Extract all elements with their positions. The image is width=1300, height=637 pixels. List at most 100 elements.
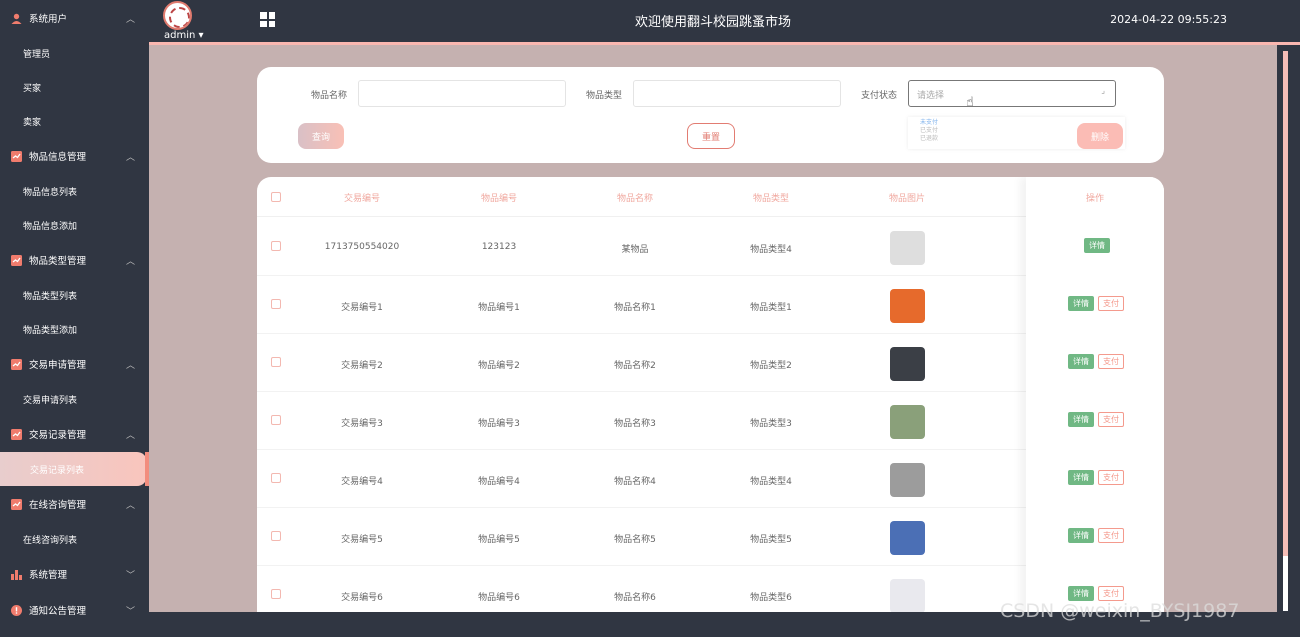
cell-item-type: 物品类型1 bbox=[750, 303, 792, 313]
cell-trade-no: 1713750554020 bbox=[324, 242, 400, 252]
row-checkbox[interactable] bbox=[271, 415, 281, 425]
operation-column: 操作 详情 详情 支付 详情 支付 详情 支付 详情 支付 详情 支付 详情 支付 bbox=[1026, 177, 1164, 617]
cell-item-type: 物品类型5 bbox=[750, 535, 792, 545]
info-icon bbox=[11, 604, 22, 616]
row-checkbox[interactable] bbox=[271, 589, 281, 599]
pay-status-select[interactable]: 请选择 ⌟ bbox=[908, 80, 1116, 107]
top-bar: admin ▾ 欢迎使用翻斗校园跳蚤市场 2024-04-22 09:55:23 bbox=[149, 0, 1300, 45]
cell-item-type: 物品类型3 bbox=[750, 419, 792, 429]
col-item-image: 物品图片 bbox=[888, 194, 925, 204]
cell-item-no: 物品编号4 bbox=[478, 477, 520, 487]
sidebar-group-label: 通知公告管理 bbox=[29, 606, 87, 617]
page-title: 欢迎使用翻斗校园跳蚤市场 bbox=[634, 15, 791, 30]
detail-button[interactable]: 详情 bbox=[1068, 412, 1094, 427]
select-all-checkbox[interactable] bbox=[271, 192, 281, 202]
item-name-label: 物品名称 bbox=[311, 91, 348, 101]
cell-item-no: 物品编号6 bbox=[478, 593, 520, 603]
item-image[interactable] bbox=[890, 579, 925, 613]
item-image[interactable] bbox=[890, 463, 925, 497]
cell-item-no: 物品编号3 bbox=[478, 419, 520, 429]
row-checkbox[interactable] bbox=[271, 531, 281, 541]
detail-button[interactable]: 详情 bbox=[1068, 586, 1094, 601]
col-item-name: 物品名称 bbox=[616, 194, 653, 204]
cell-item-name: 物品名称3 bbox=[614, 419, 656, 429]
sidebar-group[interactable]: 物品信息管理 ︿ bbox=[0, 138, 149, 174]
chevron-up-icon: ︿ bbox=[125, 153, 135, 163]
sidebar-item[interactable]: 物品类型添加 bbox=[0, 312, 149, 346]
detail-button[interactable]: 详情 bbox=[1068, 470, 1094, 485]
pay-button[interactable]: 支付 bbox=[1098, 354, 1124, 369]
cell-trade-no: 交易编号2 bbox=[341, 361, 383, 371]
delete-button[interactable]: 删除 bbox=[1077, 123, 1123, 149]
pay-button[interactable]: 支付 bbox=[1098, 528, 1124, 543]
item-image[interactable] bbox=[890, 521, 925, 555]
sidebar-item[interactable]: 物品信息添加 bbox=[0, 208, 149, 242]
pay-button[interactable]: 支付 bbox=[1098, 586, 1124, 601]
sidebar-item[interactable]: 买家 bbox=[0, 70, 149, 104]
pay-status-label: 支付状态 bbox=[861, 91, 898, 101]
col-item-no: 物品编号 bbox=[480, 194, 517, 204]
item-name-input[interactable] bbox=[358, 80, 566, 107]
sidebar-group[interactable]: 交易申请管理 ︿ bbox=[0, 346, 149, 382]
cell-item-no: 物品编号2 bbox=[478, 361, 520, 371]
sidebar-group-label: 交易申请管理 bbox=[29, 360, 87, 371]
user-menu[interactable]: admin ▾ bbox=[164, 30, 204, 41]
sidebar-item[interactable]: 交易记录列表 bbox=[0, 452, 149, 486]
detail-button[interactable]: 详情 bbox=[1068, 296, 1094, 311]
sidebar-group-label: 物品信息管理 bbox=[29, 152, 87, 163]
watermark: CSDN @weixin_BYSJ1987 bbox=[1000, 600, 1240, 622]
item-image[interactable] bbox=[890, 231, 925, 265]
sidebar-item[interactable]: 管理员 bbox=[0, 36, 149, 70]
cell-item-no: 物品编号1 bbox=[478, 303, 520, 313]
pay-button[interactable]: 支付 bbox=[1098, 296, 1124, 311]
item-type-input[interactable] bbox=[633, 80, 841, 107]
detail-button[interactable]: 详情 bbox=[1068, 354, 1094, 369]
chevron-up-icon: ︿ bbox=[125, 361, 135, 371]
row-checkbox[interactable] bbox=[271, 473, 281, 483]
sidebar-group-label: 系统管理 bbox=[29, 570, 68, 581]
chevron-down-icon: ﹀ bbox=[125, 607, 135, 617]
cell-trade-no: 交易编号6 bbox=[341, 593, 383, 603]
query-button[interactable]: 查询 bbox=[298, 123, 344, 149]
cell-item-no: 物品编号5 bbox=[478, 535, 520, 545]
sidebar-group-label: 物品类型管理 bbox=[29, 256, 87, 267]
sidebar-group[interactable]: 系统管理 ﹀ bbox=[0, 556, 149, 592]
reset-button[interactable]: 重置 bbox=[687, 123, 735, 149]
sidebar-item[interactable]: 卖家 bbox=[0, 104, 149, 138]
sidebar-item[interactable]: 物品类型列表 bbox=[0, 278, 149, 312]
item-image[interactable] bbox=[890, 289, 925, 323]
user-icon bbox=[11, 13, 22, 24]
sidebar-item[interactable]: 物品信息列表 bbox=[0, 174, 149, 208]
detail-button[interactable]: 详情 bbox=[1068, 528, 1094, 543]
pay-button[interactable]: 支付 bbox=[1098, 470, 1124, 485]
sidebar-group[interactable]: 系统用户 ︿ bbox=[0, 0, 149, 36]
bar-chart-icon bbox=[11, 569, 22, 580]
datetime: 2024-04-22 09:55:23 bbox=[1110, 13, 1227, 26]
cell-trade-no: 交易编号1 bbox=[341, 303, 383, 313]
data-table: 交易编号 物品编号 物品名称 物品类型 物品图片 1713750554020 12… bbox=[257, 177, 1164, 617]
sidebar-group[interactable]: 物品类型管理 ︿ bbox=[0, 242, 149, 278]
main-content: 物品名称 物品类型 支付状态 请选择 ⌟ ☝ 未支付 已支付 已退款 查询 重置 … bbox=[149, 45, 1288, 617]
detail-button[interactable]: 详情 bbox=[1084, 238, 1110, 253]
chevron-up-icon: ︿ bbox=[125, 501, 135, 511]
item-image[interactable] bbox=[890, 405, 925, 439]
sidebar-item[interactable]: 在线咨询列表 bbox=[0, 522, 149, 556]
row-checkbox[interactable] bbox=[271, 299, 281, 309]
row-checkbox[interactable] bbox=[271, 241, 281, 251]
sidebar-group[interactable]: 在线咨询管理 ︿ bbox=[0, 486, 149, 522]
scrollbar[interactable] bbox=[1283, 51, 1288, 611]
pointer-cursor-icon: ☝ bbox=[966, 95, 974, 110]
sidebar-group[interactable]: 交易记录管理 ︿ bbox=[0, 416, 149, 452]
chevron-up-icon: ︿ bbox=[125, 431, 135, 441]
cell-item-type: 物品类型4 bbox=[750, 245, 792, 255]
cell-item-name: 物品名称5 bbox=[614, 535, 656, 545]
sidebar-group[interactable]: 通知公告管理 ﹀ bbox=[0, 592, 149, 628]
cell-item-name: 某物品 bbox=[621, 245, 649, 255]
item-image[interactable] bbox=[890, 347, 925, 381]
col-trade-no: 交易编号 bbox=[343, 194, 380, 204]
row-checkbox[interactable] bbox=[271, 357, 281, 367]
sidebar-item[interactable]: 交易申请列表 bbox=[0, 382, 149, 416]
sidebar-group-label: 在线咨询管理 bbox=[29, 500, 87, 511]
pay-button[interactable]: 支付 bbox=[1098, 412, 1124, 427]
cell-item-name: 物品名称1 bbox=[614, 303, 656, 313]
